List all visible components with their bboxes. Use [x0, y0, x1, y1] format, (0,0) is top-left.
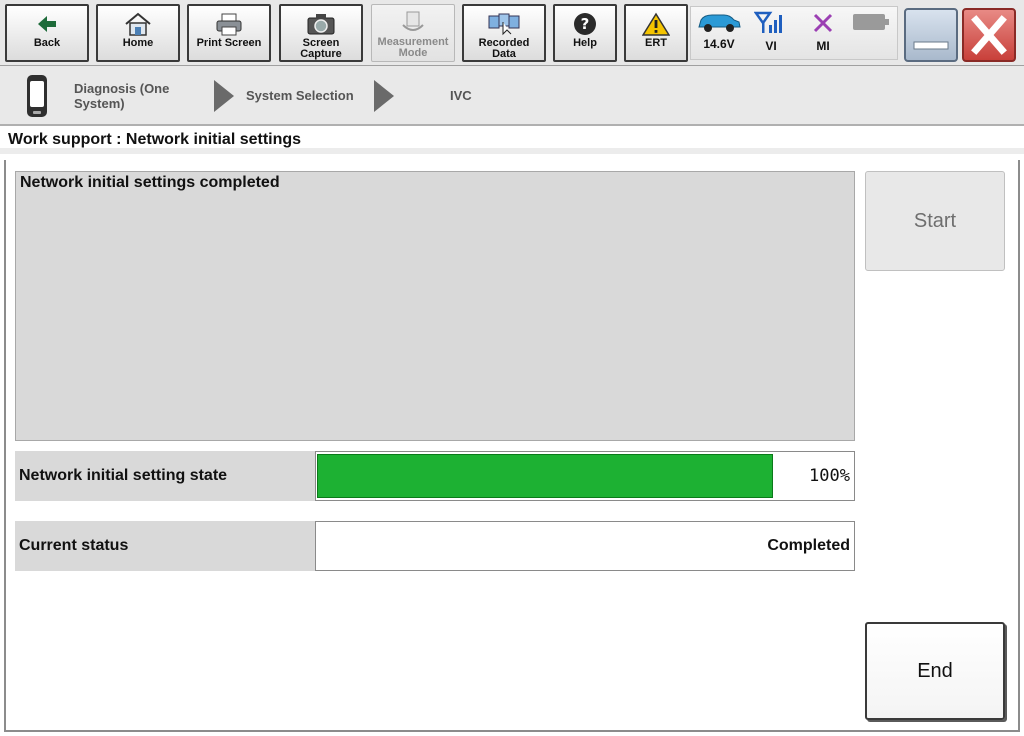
help-icon: ? [573, 12, 597, 36]
svg-text:?: ? [581, 15, 590, 33]
start-button[interactable]: Start [865, 171, 1005, 271]
battery-icon [853, 14, 889, 30]
camera-icon [306, 12, 336, 36]
minimize-button[interactable] [904, 8, 958, 62]
measurement-mode-button[interactable]: Measurement Mode [371, 4, 455, 62]
recorded-data-button[interactable]: Recorded Data [462, 4, 546, 62]
progress-bar-fill [317, 454, 773, 498]
battery-indicator [845, 7, 897, 61]
battery-voltage-indicator: 14.6V [693, 7, 745, 61]
page-title: Work support : Network initial settings [0, 128, 1024, 154]
breadcrumb: Diagnosis (One System) System Selection … [0, 66, 1024, 126]
progress-bar: 100% [315, 451, 855, 501]
breadcrumb-system-selection[interactable]: System Selection [246, 88, 354, 103]
breadcrumb-arrow-icon [374, 80, 394, 112]
message-box: Network initial settings completed [15, 171, 855, 441]
close-button[interactable] [962, 8, 1016, 62]
breadcrumb-ivc: IVC [450, 88, 472, 103]
warning-icon [642, 12, 670, 36]
status-panel: 14.6V VI MI [690, 6, 898, 60]
close-icon [971, 15, 1007, 55]
toolbar: Back Home Print Screen Screen Capture Me… [0, 0, 1024, 66]
signal-icon [754, 11, 782, 33]
mi-indicator: MI [797, 7, 849, 61]
home-icon [124, 12, 152, 36]
home-button[interactable]: Home [96, 4, 180, 62]
status-value: Completed [767, 537, 850, 554]
measurement-icon [400, 11, 426, 35]
print-screen-button[interactable]: Print Screen [187, 4, 271, 62]
breadcrumb-arrow-icon [214, 80, 234, 112]
status-field: Completed [315, 521, 855, 571]
back-arrow-icon [36, 12, 58, 36]
ert-button[interactable]: ERT [624, 4, 688, 62]
breadcrumb-diagnosis[interactable]: Diagnosis (One System) [74, 81, 204, 111]
diagnosis-device-icon [24, 74, 50, 118]
screen-capture-button[interactable]: Screen Capture [279, 4, 363, 62]
status-label: Current status [15, 521, 315, 571]
minimize-icon [913, 41, 949, 50]
end-button[interactable]: End [865, 622, 1005, 720]
back-button[interactable]: Back [5, 4, 89, 62]
disconnected-icon [813, 13, 833, 33]
recorded-data-icon [487, 12, 521, 36]
help-button[interactable]: ? Help [553, 4, 617, 62]
progress-label: Network initial setting state [15, 451, 315, 501]
vi-indicator: VI [745, 7, 797, 61]
progress-percent: 100% [809, 466, 850, 486]
printer-icon [214, 12, 244, 36]
car-icon [698, 14, 741, 32]
